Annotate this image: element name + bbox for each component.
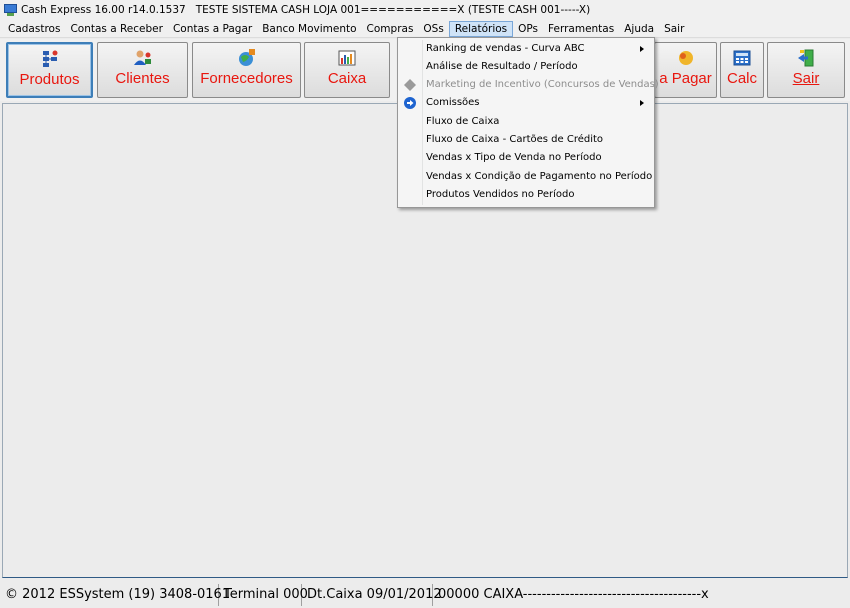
contas-a-pagar-label: a Pagar: [659, 70, 712, 87]
calculator-icon: [733, 50, 751, 66]
produtos-button[interactable]: Produtos: [6, 42, 93, 98]
menu-item-label: Fluxo de Caixa - Cartões de Crédito: [426, 134, 604, 145]
caixa-label: Caixa: [327, 70, 367, 87]
menu-item-fluxo-caixa[interactable]: Fluxo de Caixa: [400, 113, 652, 131]
diamond-icon: [404, 79, 416, 91]
relatorios-dropdown-menu: Ranking de vendas - Curva ABC Análise de…: [397, 37, 659, 208]
cash-register-icon: [338, 50, 356, 66]
status-bar: © 2012 ESSystem (19) 3408-0161 Terminal …: [0, 582, 850, 608]
menu-bar: Cadastros Contas a Receber Contas a Paga…: [0, 20, 850, 38]
status-date: Dt.Caixa 09/01/2012: [302, 584, 442, 606]
app-monitor-icon: [4, 4, 17, 16]
clients-icon: [133, 50, 151, 65]
produtos-label: Produtos: [19, 71, 80, 88]
menu-item-label: Ranking de vendas - Curva ABC: [426, 43, 585, 54]
title-bar: Cash Express 16.00 r14.0.1537 TESTE SIST…: [0, 0, 850, 20]
blue-arrow-icon: [404, 97, 416, 109]
menu-item-label: Vendas x Condição de Pagamento no Períod…: [426, 171, 653, 182]
menu-sair[interactable]: Sair: [659, 21, 689, 37]
menu-banco-movimento[interactable]: Banco Movimento: [257, 21, 361, 37]
suppliers-icon: [238, 49, 255, 66]
menu-item-vendas-tipo-venda[interactable]: Vendas x Tipo de Venda no Período: [400, 149, 652, 167]
submenu-arrow-icon: [640, 100, 644, 106]
submenu-arrow-icon: [640, 46, 644, 52]
menu-item-label: Produtos Vendidos no Período: [426, 189, 575, 200]
clientes-button[interactable]: Clientes: [97, 42, 188, 98]
menu-contas-a-receber[interactable]: Contas a Receber: [65, 21, 168, 37]
status-caixa: 00000 CAIXA-----------------------------…: [438, 587, 709, 602]
menu-compras[interactable]: Compras: [362, 21, 419, 37]
menu-relatorios[interactable]: Relatórios: [448, 20, 514, 37]
menu-item-label: Fluxo de Caixa: [426, 116, 500, 127]
menu-item-label: Análise de Resultado / Período: [426, 61, 578, 72]
menu-item-analise-resultado[interactable]: Análise de Resultado / Período: [400, 58, 652, 76]
menu-ferramentas[interactable]: Ferramentas: [543, 21, 619, 37]
status-copyright: © 2012 ESSystem (19) 3408-0161: [0, 584, 230, 606]
menu-item-fluxo-caixa-cartoes[interactable]: Fluxo de Caixa - Cartões de Crédito: [400, 131, 652, 149]
caixa-button[interactable]: Caixa: [304, 42, 390, 98]
fornecedores-label: Fornecedores: [200, 70, 293, 87]
status-terminal: Terminal 000: [219, 584, 308, 606]
clientes-label: Clientes: [115, 70, 170, 87]
products-icon: [42, 50, 57, 67]
calc-label: Calc: [726, 70, 757, 87]
fornecedores-button[interactable]: Fornecedores: [192, 42, 301, 98]
window-title: Cash Express 16.00 r14.0.1537 TESTE SIST…: [21, 4, 591, 16]
menu-oss[interactable]: OSs: [418, 21, 448, 37]
calc-button[interactable]: Calc: [720, 42, 764, 98]
menu-item-ranking-vendas[interactable]: Ranking de vendas - Curva ABC: [400, 40, 652, 58]
menu-item-produtos-vendidos[interactable]: Produtos Vendidos no Período: [400, 186, 652, 204]
menu-item-vendas-condicao-pagamento[interactable]: Vendas x Condição de Pagamento no Períod…: [400, 168, 652, 186]
menu-item-label: Comissões: [426, 97, 480, 108]
sair-button[interactable]: Sair: [767, 42, 845, 98]
menu-item-label: Vendas x Tipo de Venda no Período: [426, 152, 602, 163]
contas-a-pagar-button[interactable]: a Pagar: [654, 42, 717, 98]
menu-item-marketing-incentivo: Marketing de Incentivo (Concursos de Ven…: [400, 76, 659, 94]
menu-contas-a-pagar[interactable]: Contas a Pagar: [168, 21, 257, 37]
payables-icon: [678, 51, 693, 65]
menu-cadastros[interactable]: Cadastros: [3, 21, 65, 37]
exit-icon: [798, 49, 814, 67]
menu-ajuda[interactable]: Ajuda: [619, 21, 659, 37]
menu-item-label: Marketing de Incentivo (Concursos de Ven…: [426, 79, 659, 90]
menu-item-comissoes[interactable]: Comissões: [400, 94, 652, 112]
menu-ops[interactable]: OPs: [513, 21, 543, 37]
sair-label: Sair: [792, 70, 820, 87]
